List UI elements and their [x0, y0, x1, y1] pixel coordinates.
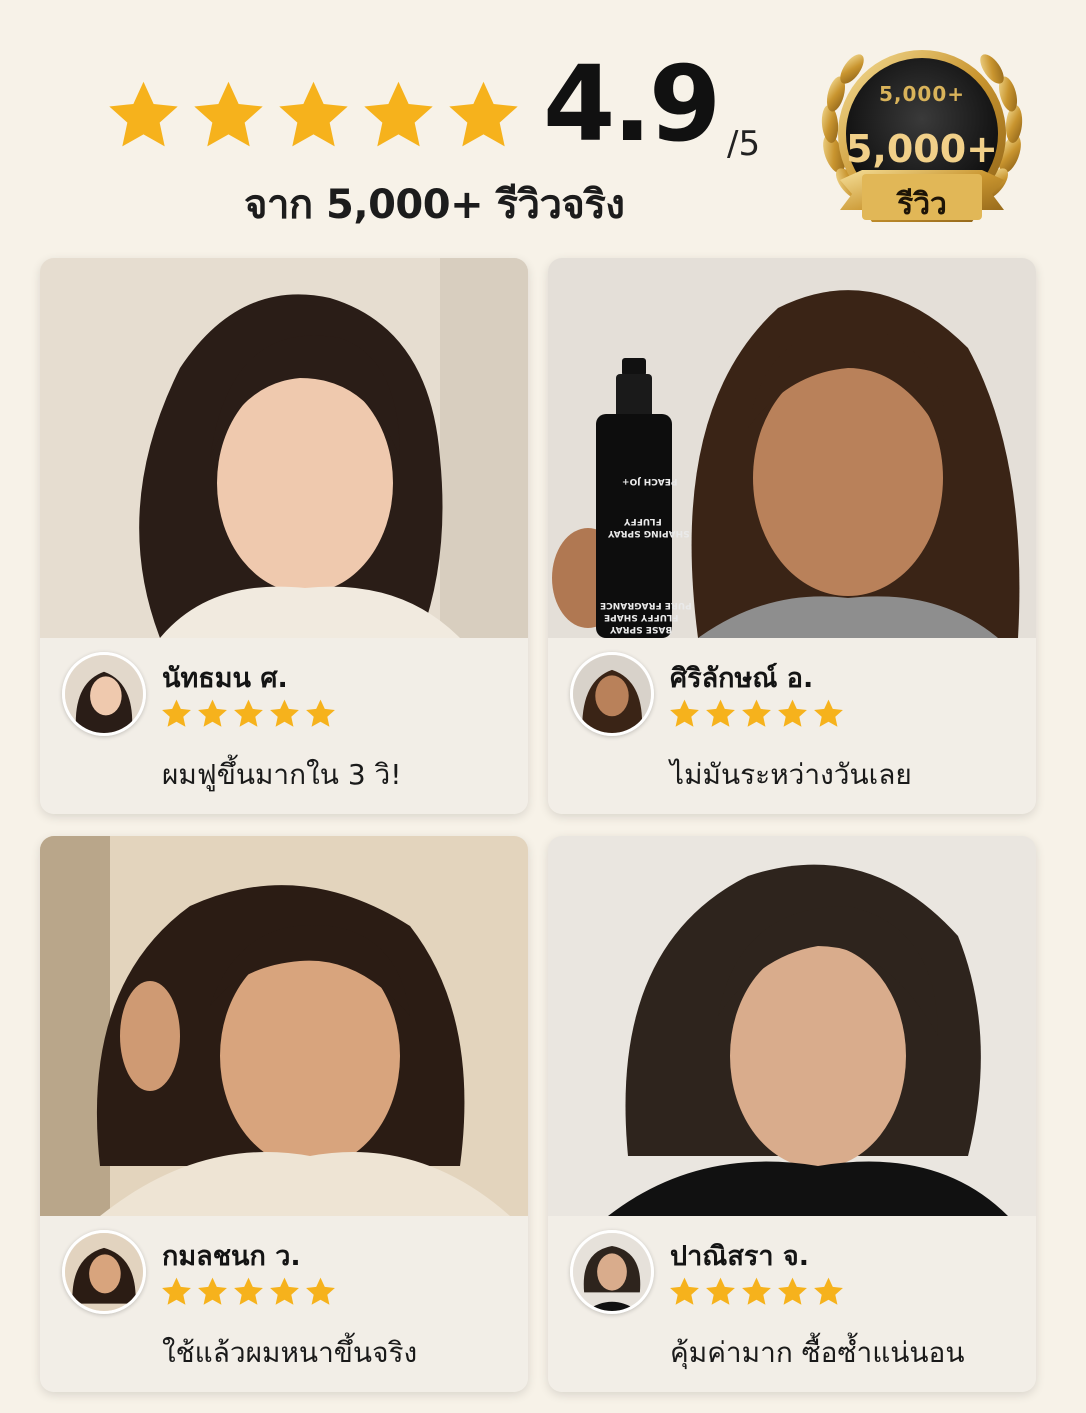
review-info: ศิริลักษณ์ อ. ไม่มันระหว่างวันเลย	[548, 638, 1036, 814]
star-icon	[668, 1276, 701, 1308]
reviewer-name: ศิริลักษณ์ อ.	[670, 663, 814, 694]
review-card[interactable]: ปาณิสรา จ. คุ้มค่ามาก ซื้อซ้ำแน่นอน	[548, 836, 1036, 1392]
review-info: กมลชนก ว. ใช้แล้วผมหนาขึ้นจริง	[40, 1216, 528, 1392]
review-comment: ผมฟูขึ้นมากใน 3 วิ!	[162, 758, 402, 791]
star-icon	[776, 698, 809, 730]
review-comment: คุ้มค่ามาก ซื้อซ้ำแน่นอน	[670, 1336, 965, 1369]
review-info: ปาณิสรา จ. คุ้มค่ามาก ซื้อซ้ำแน่นอน	[548, 1216, 1036, 1392]
review-card[interactable]: กมลชนก ว. ใช้แล้วผมหนาขึ้นจริง	[40, 836, 528, 1392]
badge-count: 5,000+	[845, 127, 999, 171]
star-icon	[268, 698, 301, 730]
star-icon	[359, 78, 438, 154]
rating-denominator: /5	[727, 124, 761, 164]
reviewer-avatar	[62, 1230, 146, 1314]
review-photo	[40, 258, 528, 638]
product-bottle: PEACH JO+ FLUFFY SHAPING SPRAY PURE FRAG…	[588, 358, 692, 638]
reviewer-name: กมลชนก ว.	[162, 1241, 301, 1272]
review-stars	[668, 698, 845, 730]
product-line5: BASE SPRAY	[610, 624, 673, 634]
star-icon	[668, 698, 701, 730]
product-line2: SHAPING SPRAY	[608, 528, 690, 538]
review-stars	[668, 1276, 845, 1308]
star-icon	[740, 1276, 773, 1308]
review-stars	[160, 1276, 337, 1308]
review-info: นัทธมน ศ. ผมฟูขึ้นมากใน 3 วิ!	[40, 638, 528, 814]
reviewer-avatar	[570, 652, 654, 736]
rating-score: 4.9	[543, 43, 721, 165]
rating-header: 4.9 /5 จาก 5,000+ รีวิวจริง 5,000+ 5,000…	[0, 0, 1086, 255]
product-line4: FLUFFY SHAPE	[604, 612, 679, 622]
review-photo: PEACH JO+ FLUFFY SHAPING SPRAY PURE FRAG…	[548, 258, 1036, 638]
badge-ribbon-text: รีวิว	[897, 187, 947, 222]
product-line3: PURE FRAGRANCE	[600, 600, 692, 610]
star-icon	[812, 1276, 845, 1308]
review-photo	[548, 836, 1036, 1216]
star-icon	[812, 698, 845, 730]
review-card[interactable]: PEACH JO+ FLUFFY SHAPING SPRAY PURE FRAG…	[548, 258, 1036, 814]
review-count-badge: 5,000+ 5,000+ รีวิว	[812, 34, 1032, 246]
star-icon	[740, 698, 773, 730]
rating-stars	[104, 78, 523, 154]
reviewer-name: ปาณิสรา จ.	[670, 1241, 809, 1272]
star-icon	[304, 1276, 337, 1308]
star-icon	[232, 698, 265, 730]
star-icon	[268, 1276, 301, 1308]
product-brand: PEACH JO+	[622, 476, 678, 486]
star-icon	[196, 1276, 229, 1308]
rating-subtitle: จาก 5,000+ รีวิวจริง	[244, 182, 625, 228]
star-icon	[274, 78, 353, 154]
reviewer-avatar	[62, 652, 146, 736]
star-icon	[160, 1276, 193, 1308]
star-icon	[104, 78, 183, 154]
star-icon	[776, 1276, 809, 1308]
reviewer-avatar	[570, 1230, 654, 1314]
reviewer-name: นัทธมน ศ.	[162, 663, 288, 694]
star-icon	[189, 78, 268, 154]
badge-small-text: 5,000+	[878, 82, 966, 106]
star-icon	[160, 698, 193, 730]
star-icon	[704, 698, 737, 730]
product-line1: FLUFFY	[624, 516, 662, 526]
review-comment: ไม่มันระหว่างวันเลย	[670, 758, 912, 791]
star-icon	[232, 1276, 265, 1308]
star-icon	[304, 698, 337, 730]
review-photo	[40, 836, 528, 1216]
review-comment: ใช้แล้วผมหนาขึ้นจริง	[162, 1336, 418, 1369]
review-stars	[160, 698, 337, 730]
star-icon	[444, 78, 523, 154]
star-icon	[704, 1276, 737, 1308]
review-card[interactable]: นัทธมน ศ. ผมฟูขึ้นมากใน 3 วิ!	[40, 258, 528, 814]
star-icon	[196, 698, 229, 730]
